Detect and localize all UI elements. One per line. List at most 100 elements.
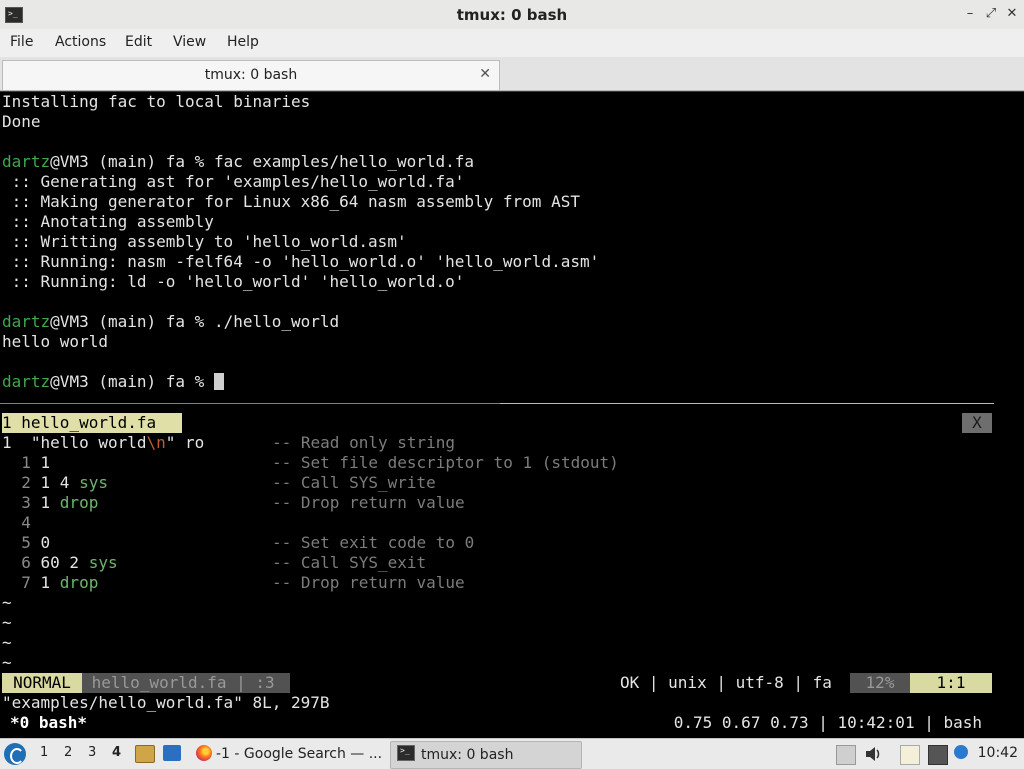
prompt-user: dartz [2, 372, 51, 391]
line-number: 7 [2, 573, 41, 592]
tab-tmux-bash[interactable]: tmux: 0 bash ✕ [2, 60, 500, 90]
shell-output-line: :: Generating ast for 'examples/hello_wo… [2, 172, 465, 191]
vim-empty-line-tilde: ~ [2, 633, 12, 652]
close-icon[interactable]: ✕ [1004, 6, 1020, 22]
window-titlebar[interactable]: >_ tmux: 0 bash – ⤢ ✕ [0, 0, 1024, 30]
start-menu-icon[interactable] [4, 743, 26, 765]
workspace-4[interactable]: 4 [112, 745, 121, 760]
menu-help[interactable]: Help [227, 34, 259, 50]
workspace-2[interactable]: 2 [64, 745, 72, 760]
window-title: tmux: 0 bash [456, 6, 568, 24]
vim-code-line: 7 1 drop -- Drop return value [2, 573, 464, 593]
line-number: 3 [2, 493, 41, 512]
code-keyword: drop [59, 573, 99, 592]
vim-code-line: 6 60 2 sys -- Call SYS_exit [2, 553, 426, 573]
vim-buffer-tab[interactable]: 1 hello_world.fa [2, 413, 182, 433]
terminal-area[interactable]: Installing fac to local binaries Done da… [0, 91, 1024, 739]
file-manager-icon[interactable] [135, 745, 155, 763]
line-number: 5 [2, 533, 41, 552]
tmux-window-indicator[interactable]: *0 bash* [10, 713, 87, 733]
text-cursor [213, 373, 224, 390]
pane-divider[interactable] [500, 403, 994, 404]
menu-file[interactable]: File [10, 34, 33, 50]
minimize-icon[interactable]: – [962, 6, 978, 22]
pane-divider-active[interactable] [0, 403, 500, 404]
vim-mode-indicator: NORMAL [2, 673, 82, 693]
line-number: 1 [2, 453, 41, 472]
taskbar-task-label: -1 - Google Search — ... [216, 746, 383, 762]
code-comment: -- Set exit code to 0 [272, 533, 475, 552]
vim-empty-line-tilde: ~ [2, 593, 12, 612]
vim-statusline-info: OK | unix | utf-8 | fa [620, 673, 842, 692]
tab-label: tmux: 0 bash [204, 67, 298, 83]
code-number: 1 [40, 573, 60, 592]
code-number: 1 [40, 493, 60, 512]
code-comment: -- Drop return value [272, 573, 465, 592]
network-icon[interactable] [928, 745, 948, 765]
code-comment: -- Call SYS_exit [272, 553, 427, 572]
menu-view[interactable]: View [173, 34, 206, 50]
workspace-3[interactable]: 3 [88, 745, 96, 760]
prompt-host: @VM3 (main) fa % [50, 372, 214, 391]
taskbar-task-browser[interactable]: -1 - Google Search — ... [190, 741, 385, 767]
shell-prompt-line[interactable]: dartz@VM3 (main) fa % [2, 372, 224, 392]
shell-output-line: :: Writting assembly to 'hello_world.asm… [2, 232, 407, 251]
code-comment: -- Drop return value [272, 493, 465, 512]
code-comment: -- Set file descriptor to 1 (stdout) [272, 453, 619, 472]
code-comment: -- Call SYS_write [272, 473, 436, 492]
shell-prompt-line: dartz@VM3 (main) fa % ./hello_world [2, 312, 339, 332]
vim-code-line: 3 1 drop -- Drop return value [2, 493, 464, 513]
prompt-user: dartz [2, 312, 51, 331]
vim-empty-line-tilde: ~ [2, 613, 12, 632]
vim-code-line: 1 1 -- Set file descriptor to 1 (stdout) [2, 453, 619, 473]
terminal-icon: >_ [397, 745, 415, 761]
taskbar: 1 2 3 4 -1 - Google Search — ... >_ tmux:… [0, 738, 1024, 769]
prompt-user: dartz [2, 152, 51, 171]
program-output: hello world [2, 332, 108, 351]
firefox-icon [196, 745, 212, 761]
show-desktop-icon[interactable] [163, 745, 181, 761]
workspace-1[interactable]: 1 [40, 745, 48, 760]
code-number: 1 4 [40, 473, 80, 492]
vim-tab-close-button[interactable]: X [962, 413, 992, 433]
maximize-icon[interactable]: ⤢ [983, 6, 999, 22]
taskbar-task-terminal[interactable]: >_ tmux: 0 bash [390, 741, 582, 769]
vim-code-line: 1 "hello world\n" ro -- Read only string [2, 433, 455, 453]
line-number: 4 [2, 513, 41, 532]
code-string-end: " ro [165, 433, 224, 452]
shell-output-line: :: Running: ld -o 'hello_world' 'hello_w… [2, 272, 465, 291]
vim-message-line: "examples/hello_world.fa" 8L, 297B [2, 693, 330, 712]
shell-output-line: :: Running: nasm -felf64 -o 'hello_world… [2, 252, 600, 271]
clipboard-icon[interactable] [900, 745, 920, 765]
vim-code-line: 5 0 -- Set exit code to 0 [2, 533, 474, 553]
taskbar-clock[interactable]: 10:42 [978, 745, 1018, 761]
tmux-status-right: 0.75 0.67 0.73 | 10:42:01 | bash [673, 713, 982, 732]
shell-output-line: :: Making generator for Linux x86_64 nas… [2, 192, 580, 211]
shell-output-line: Done [2, 112, 41, 131]
shell-prompt-line: dartz@VM3 (main) fa % fac examples/hello… [2, 152, 474, 172]
menu-actions[interactable]: Actions [55, 34, 106, 50]
volume-icon[interactable] [864, 745, 882, 763]
prompt-host: @VM3 (main) fa % [50, 312, 214, 331]
vim-statusline-percent: 12% [850, 673, 910, 693]
code-keyword: drop [59, 493, 99, 512]
line-number: 6 [2, 553, 41, 572]
menu-edit[interactable]: Edit [125, 34, 152, 50]
shell-output-line: Installing fac to local binaries [2, 92, 311, 111]
tab-close-icon[interactable]: ✕ [479, 66, 491, 82]
vim-statusline-position: 1:1 [910, 673, 992, 693]
code-comment: -- Read only string [272, 433, 456, 452]
shell-command: fac examples/hello_world.fa [213, 152, 475, 171]
code-escape: \n [146, 433, 166, 452]
vim-statusline-file: hello_world.fa | :3 [82, 673, 290, 693]
vim-code-line: 4 [2, 513, 41, 533]
code-keyword: sys [79, 473, 108, 492]
tray-updates-icon[interactable] [836, 745, 856, 765]
taskbar-task-label: tmux: 0 bash [421, 747, 514, 763]
code-keyword: sys [88, 553, 118, 572]
line-number: 1 [2, 433, 12, 452]
notification-icon[interactable] [954, 745, 968, 759]
code-number: 60 2 [40, 553, 89, 572]
vim-code-line: 2 1 4 sys -- Call SYS_write [2, 473, 436, 493]
shell-command: ./hello_world [213, 312, 340, 331]
